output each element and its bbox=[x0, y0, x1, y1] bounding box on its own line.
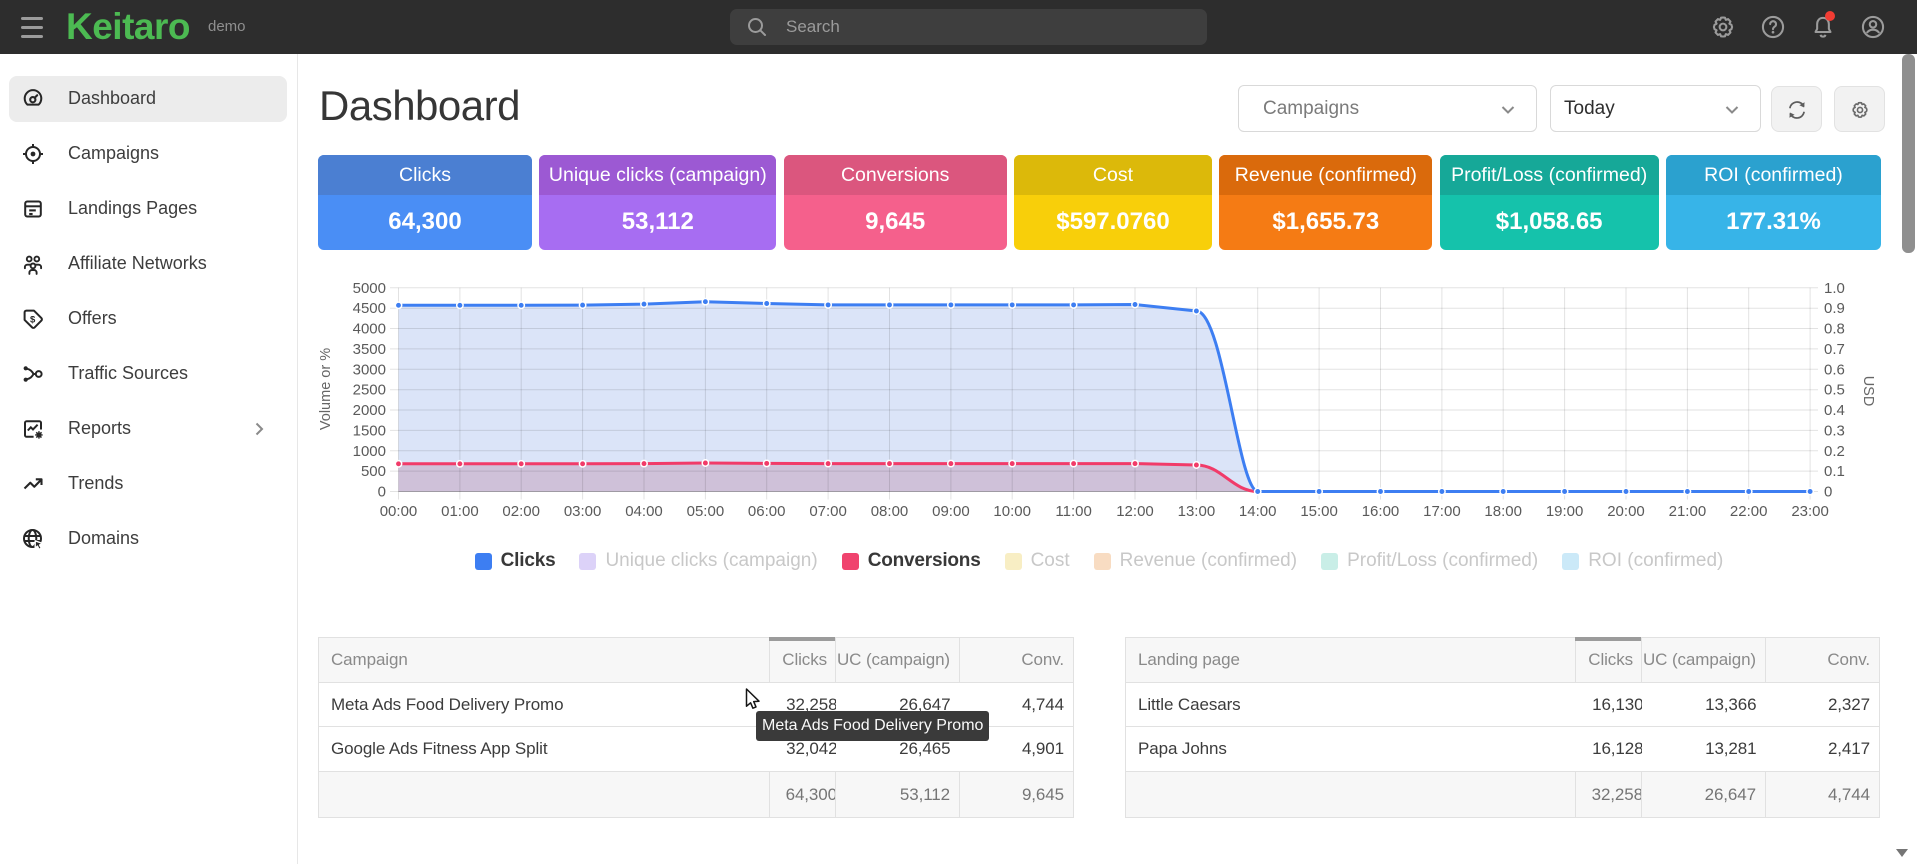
svg-text:0: 0 bbox=[1824, 484, 1832, 501]
svg-text:4000: 4000 bbox=[353, 321, 386, 338]
svg-text:18:00: 18:00 bbox=[1484, 503, 1522, 520]
svg-text:07:00: 07:00 bbox=[809, 503, 847, 520]
svg-text:12:00: 12:00 bbox=[1116, 503, 1154, 520]
svg-text:22:00: 22:00 bbox=[1730, 503, 1768, 520]
svg-text:1500: 1500 bbox=[353, 422, 386, 439]
svg-text:02:00: 02:00 bbox=[502, 503, 540, 520]
svg-text:01:00: 01:00 bbox=[441, 503, 479, 520]
svg-text:$: $ bbox=[30, 315, 36, 326]
svg-text:20:00: 20:00 bbox=[1607, 503, 1645, 520]
svg-text:10:00: 10:00 bbox=[993, 503, 1031, 520]
svg-text:09:00: 09:00 bbox=[932, 503, 970, 520]
svg-text:00:00: 00:00 bbox=[380, 503, 418, 520]
svg-text:1.0: 1.0 bbox=[1824, 280, 1845, 297]
svg-text:0.4: 0.4 bbox=[1824, 402, 1845, 419]
svg-text:2000: 2000 bbox=[353, 402, 386, 419]
svg-text:0.6: 0.6 bbox=[1824, 361, 1845, 378]
svg-text:500: 500 bbox=[361, 463, 386, 480]
svg-text:4500: 4500 bbox=[353, 300, 386, 317]
svg-text:06:00: 06:00 bbox=[748, 503, 786, 520]
svg-text:05:00: 05:00 bbox=[687, 503, 725, 520]
svg-text:17:00: 17:00 bbox=[1423, 503, 1461, 520]
svg-text:USD: USD bbox=[1860, 376, 1876, 407]
svg-text:0.3: 0.3 bbox=[1824, 422, 1845, 439]
svg-text:0: 0 bbox=[378, 484, 386, 501]
svg-text:3000: 3000 bbox=[353, 361, 386, 378]
svg-text:5000: 5000 bbox=[353, 280, 386, 297]
svg-text:0.1: 0.1 bbox=[1824, 463, 1845, 480]
svg-text:08:00: 08:00 bbox=[871, 503, 909, 520]
svg-text:3500: 3500 bbox=[353, 341, 386, 358]
svg-text:15:00: 15:00 bbox=[1300, 503, 1338, 520]
svg-text:0.5: 0.5 bbox=[1824, 382, 1845, 399]
svg-text:Volume or %: Volume or % bbox=[318, 348, 334, 430]
svg-text:0.2: 0.2 bbox=[1824, 443, 1845, 460]
svg-text:13:00: 13:00 bbox=[1178, 503, 1216, 520]
svg-text:04:00: 04:00 bbox=[625, 503, 663, 520]
svg-text:19:00: 19:00 bbox=[1546, 503, 1584, 520]
svg-text:0.9: 0.9 bbox=[1824, 300, 1845, 317]
svg-text:21:00: 21:00 bbox=[1669, 503, 1707, 520]
svg-text:16:00: 16:00 bbox=[1362, 503, 1400, 520]
svg-text:0.7: 0.7 bbox=[1824, 341, 1845, 358]
svg-text:0.8: 0.8 bbox=[1824, 321, 1845, 338]
svg-text:2500: 2500 bbox=[353, 382, 386, 399]
svg-text:03:00: 03:00 bbox=[564, 503, 602, 520]
svg-text:1000: 1000 bbox=[353, 443, 386, 460]
svg-text:11:00: 11:00 bbox=[1055, 503, 1091, 520]
svg-text:23:00: 23:00 bbox=[1791, 503, 1829, 520]
svg-text:14:00: 14:00 bbox=[1239, 503, 1277, 520]
